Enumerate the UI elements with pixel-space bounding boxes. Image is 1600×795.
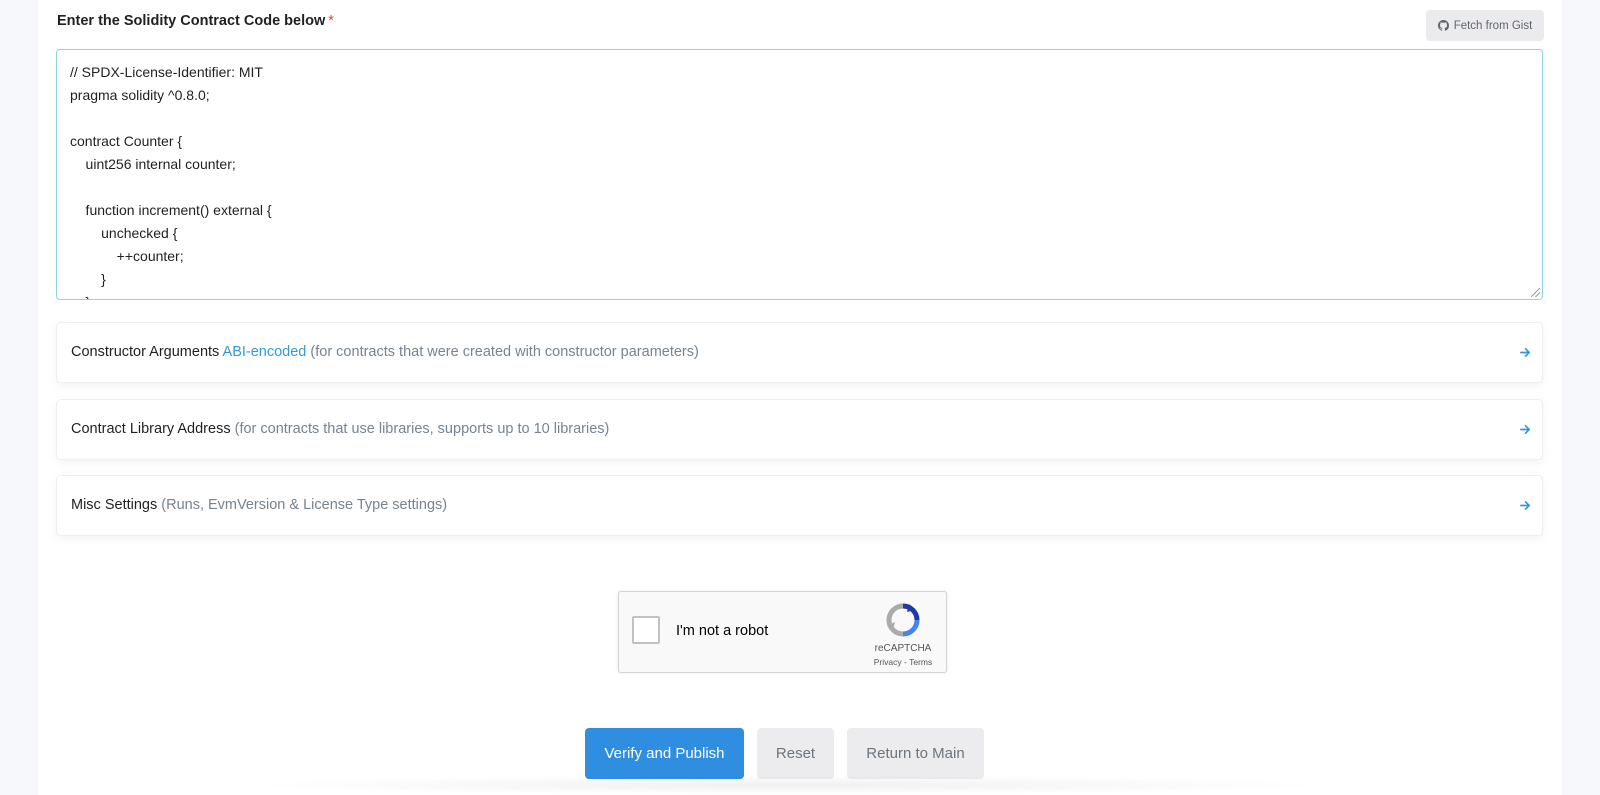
contract-code-textarea[interactable]: // SPDX-License-Identifier: MIT pragma s…	[56, 49, 1543, 300]
abi-encoded-link[interactable]: ABI-encoded	[223, 344, 307, 360]
fetch-from-gist-label: Fetch from Gist	[1453, 19, 1533, 32]
contract-library-label: Contract Library Address	[71, 421, 231, 437]
misc-settings-header: Misc Settings (Runs, EvmVersion & Licens…	[71, 476, 447, 535]
constructor-arguments-label: Constructor Arguments	[71, 344, 220, 360]
required-mark: *	[328, 13, 334, 29]
recaptcha-links: Privacy - Terms	[860, 657, 946, 667]
contract-library-accordion[interactable]: Contract Library Address (for contracts …	[56, 399, 1543, 460]
misc-settings-hint: (Runs, EvmVersion & License Type setting…	[161, 497, 448, 513]
reset-button[interactable]: Reset	[757, 728, 834, 779]
recaptcha-widget: I'm not a robot reCAPTCHA Privacy - Term…	[618, 591, 947, 673]
fetch-from-gist-button[interactable]: Fetch from Gist	[1426, 10, 1544, 41]
recaptcha-brand: reCAPTCHA	[874, 643, 932, 654]
contract-code-text[interactable]: // SPDX-License-Identifier: MIT pragma s…	[57, 50, 1542, 299]
arrow-right-icon[interactable]	[1519, 499, 1532, 512]
resize-handle[interactable]	[1531, 288, 1540, 297]
constructor-arguments-header: Constructor Arguments ABI-encoded (for c…	[71, 323, 699, 382]
code-section-title-text: Enter the Solidity Contract Code below	[57, 13, 326, 29]
misc-settings-label: Misc Settings	[71, 497, 158, 513]
recaptcha-logo-icon	[886, 603, 920, 637]
verify-and-publish-button[interactable]: Verify and Publish	[585, 728, 744, 779]
contract-library-hint: (for contracts that use libraries, suppo…	[234, 421, 610, 437]
contract-library-header: Contract Library Address (for contracts …	[71, 400, 609, 459]
arrow-right-icon[interactable]	[1519, 346, 1532, 359]
return-to-main-button[interactable]: Return to Main	[847, 728, 984, 779]
recaptcha-privacy-link[interactable]: Privacy	[874, 657, 902, 667]
misc-settings-accordion[interactable]: Misc Settings (Runs, EvmVersion & Licens…	[56, 475, 1543, 536]
recaptcha-label: I'm not a robot	[676, 623, 769, 639]
bottom-shadow	[238, 775, 1338, 795]
github-icon	[1437, 20, 1449, 31]
recaptcha-link-separator: -	[904, 657, 907, 667]
recaptcha-checkbox[interactable]	[632, 616, 660, 644]
recaptcha-terms-link[interactable]: Terms	[909, 657, 932, 667]
constructor-arguments-accordion[interactable]: Constructor Arguments ABI-encoded (for c…	[56, 322, 1543, 383]
code-section-title: Enter the Solidity Contract Code below *	[57, 13, 334, 29]
verify-contract-card: Enter the Solidity Contract Code below * …	[38, 0, 1562, 795]
constructor-arguments-hint: (for contracts that were created with co…	[310, 344, 699, 360]
arrow-right-icon[interactable]	[1519, 423, 1532, 436]
